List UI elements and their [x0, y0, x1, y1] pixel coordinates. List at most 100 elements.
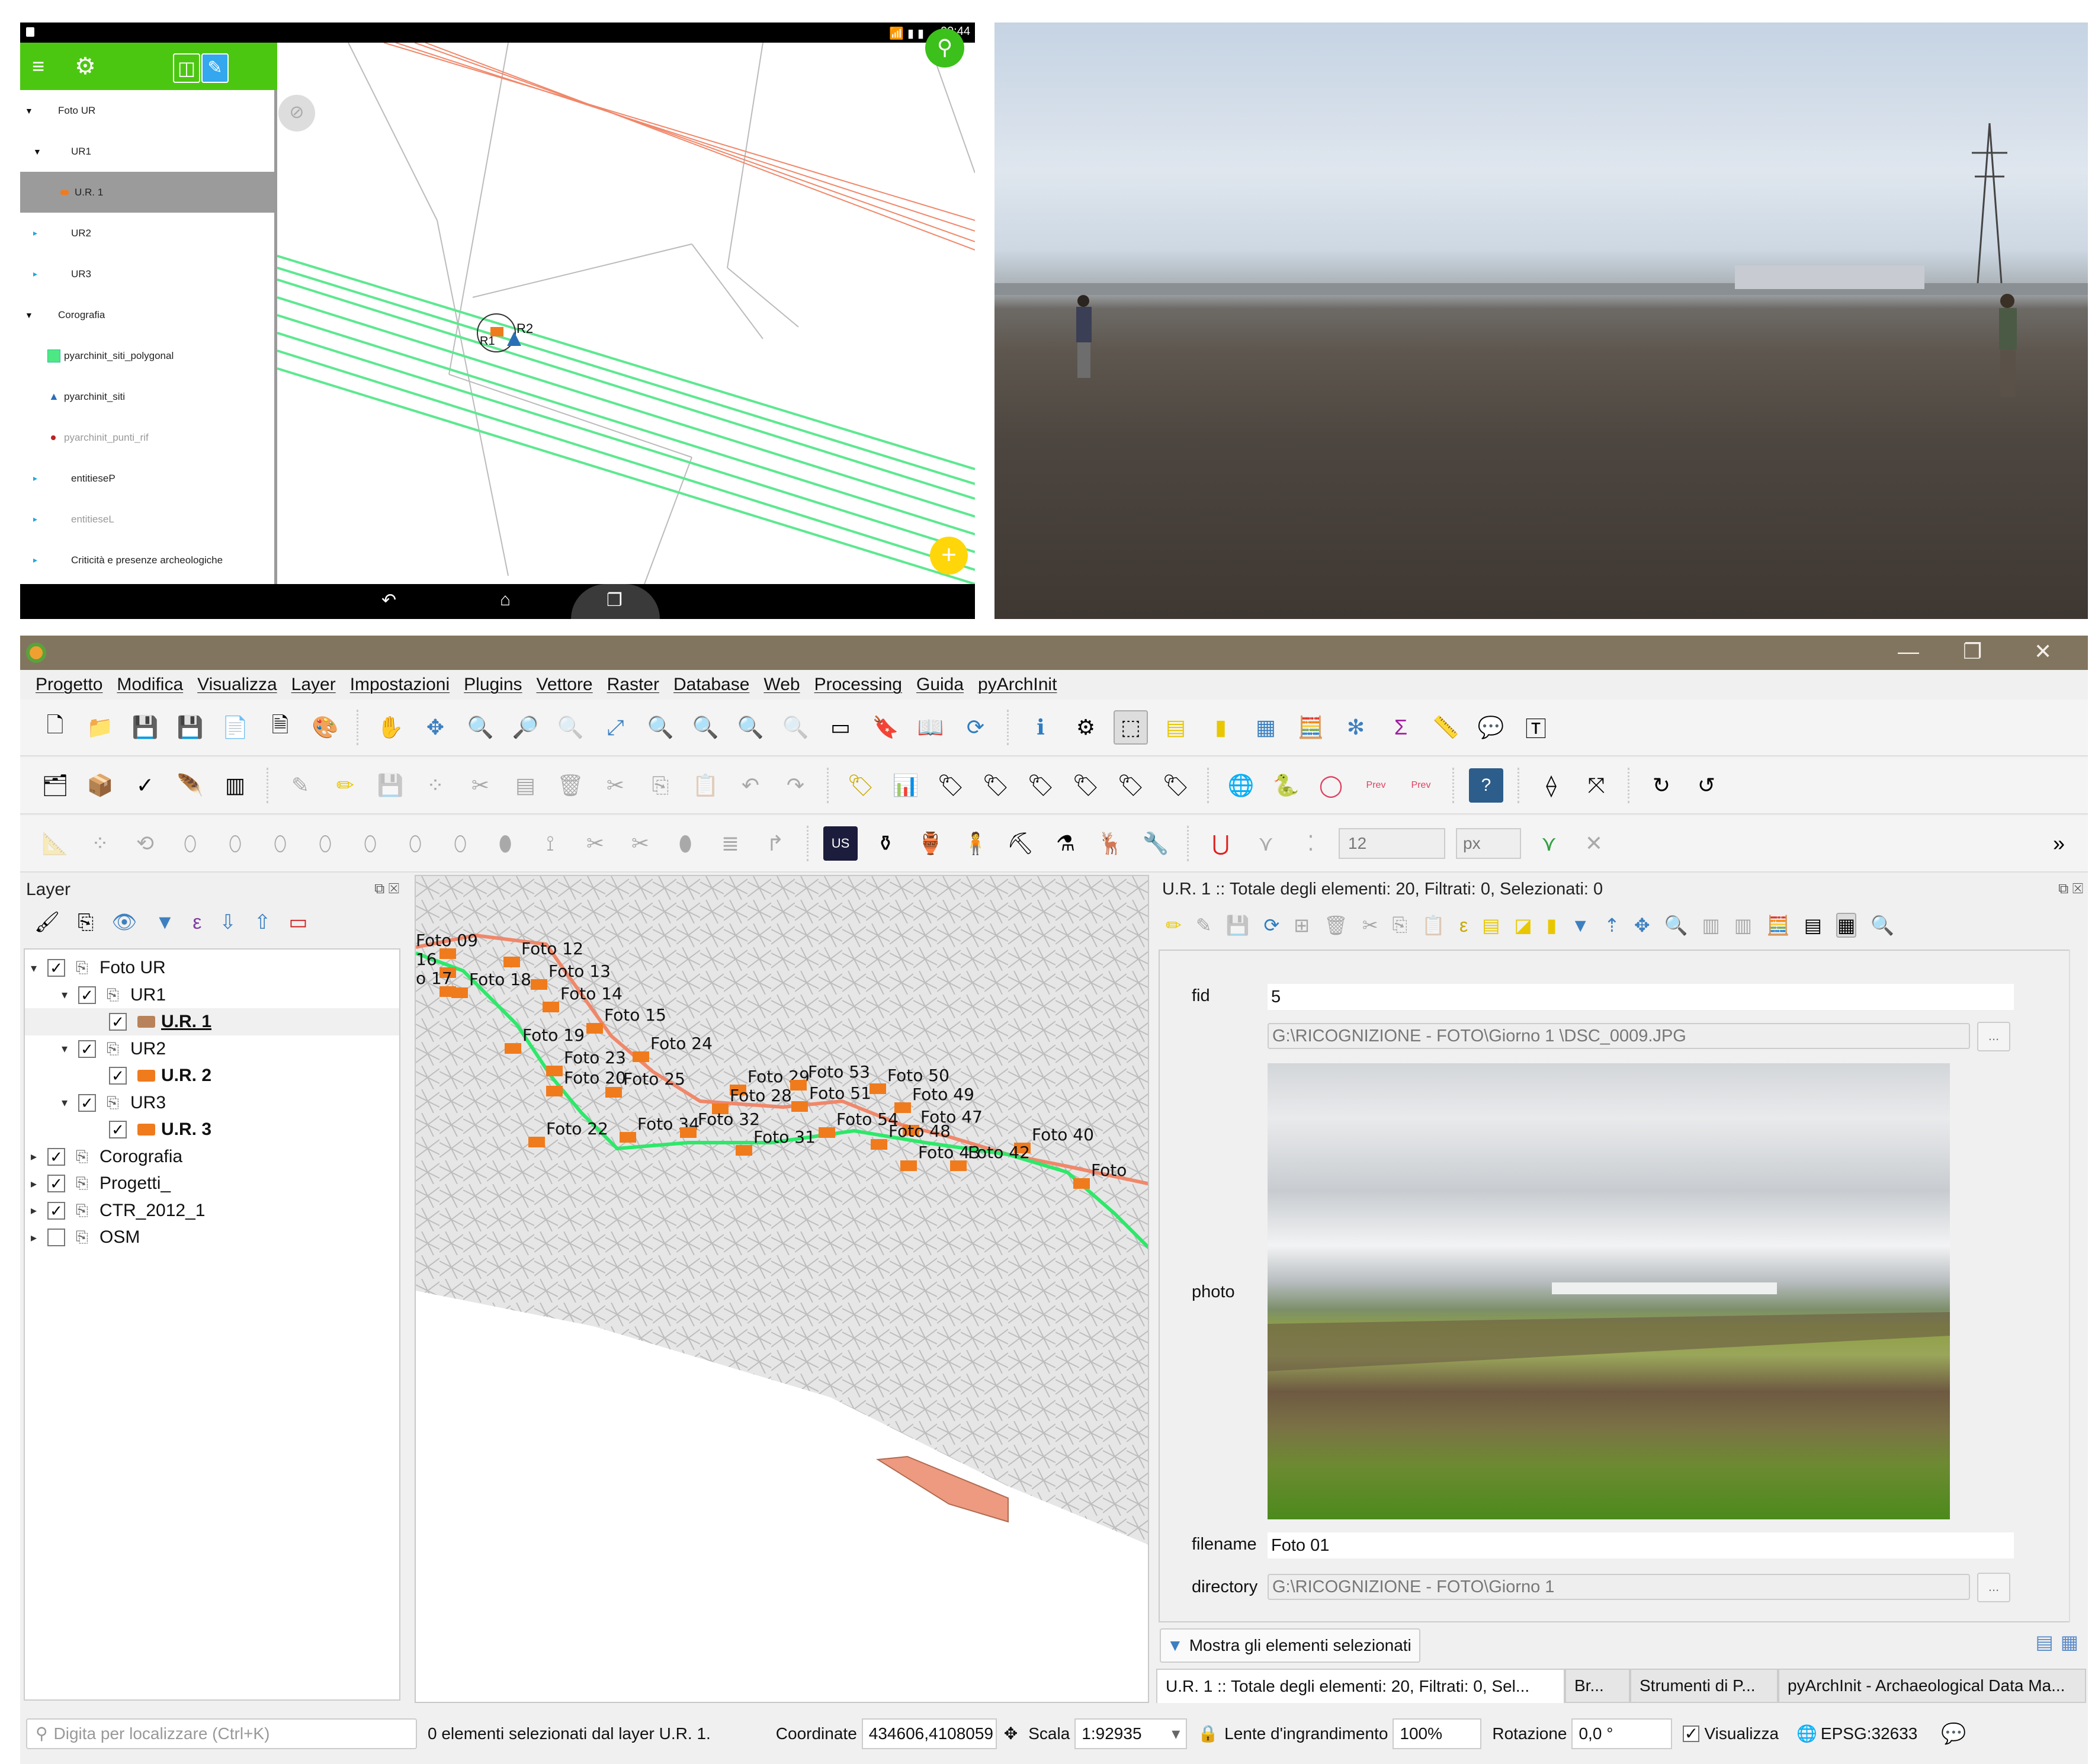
reverse-line-icon[interactable]: ⬮ — [488, 826, 522, 861]
new-project-icon[interactable]: 🗋 — [38, 710, 72, 745]
search-icon[interactable]: ⚲ — [925, 28, 964, 68]
rotate-point-icon[interactable]: ↱ — [758, 826, 793, 861]
toggle-extents-icon[interactable]: ✥ — [1004, 1724, 1018, 1743]
pyarchinit-tool-5-icon[interactable]: ⚗ — [1048, 826, 1083, 861]
layer-tree-item[interactable]: ▾ ✓ ⎘ UR3 — [25, 1089, 399, 1117]
save-edits-icon[interactable]: 💾 — [1226, 914, 1250, 936]
dock-tab[interactable]: U.R. 1 :: Totale degli elementi: 20, Fil… — [1156, 1669, 1565, 1703]
multi-edit-icon[interactable]: ✎ — [1196, 914, 1212, 936]
new-field-icon[interactable]: ▥ — [1702, 914, 1719, 936]
android-layer-item[interactable]: ▼ Foto UR — [20, 90, 274, 131]
layer-diagram-icon[interactable]: 📊 — [888, 768, 923, 803]
pan-icon[interactable]: ✋ — [373, 710, 408, 745]
collapsed-arrow-icon[interactable]: ▸ — [33, 269, 37, 279]
collapsed-arrow-icon[interactable]: ▸ — [31, 1203, 37, 1218]
statistics-icon[interactable]: Σ — [1384, 710, 1418, 745]
deselect-all-icon[interactable]: ▮ — [1204, 710, 1238, 745]
new-spatialite-icon[interactable]: 🪶 — [173, 768, 207, 803]
attribute-table-icon[interactable]: ▦ — [1249, 710, 1283, 745]
back-icon[interactable]: ↶ — [381, 590, 396, 611]
layer-tree-item[interactable]: ✓ U.R. 1 — [25, 1008, 399, 1035]
restore-icon[interactable]: ❐ — [1963, 639, 1982, 664]
pyarchinit-tool-7-icon[interactable]: 🔧 — [1138, 826, 1173, 861]
fid-field[interactable]: 5 — [1268, 984, 2014, 1010]
measure-icon[interactable]: 📏 — [1429, 710, 1463, 745]
photo-point-marker[interactable] — [736, 1145, 752, 1156]
layer-tree-item[interactable]: ✓ U.R. 3 — [25, 1116, 399, 1143]
map-tips-icon[interactable]: 💬 — [1474, 710, 1508, 745]
android-map-canvas[interactable]: R1 R2 — [277, 43, 975, 584]
directory-field[interactable]: G:\RICOGNIZIONE - FOTO\Giorno 1 — [1268, 1574, 1970, 1600]
expanded-arrow-icon[interactable]: ▼ — [25, 310, 33, 320]
android-layer-item[interactable]: ▼ UR1 — [20, 131, 274, 172]
photo-point-marker[interactable] — [900, 1160, 917, 1171]
expanded-arrow-icon[interactable]: ▼ — [33, 147, 41, 156]
zoom-native-icon[interactable]: 🔍 — [553, 710, 588, 745]
topology-icon[interactable]: ⟠ — [1534, 768, 1568, 803]
prev-inter-icon[interactable]: Prev — [1359, 768, 1393, 803]
table-view-icon[interactable]: ▦ — [2061, 1631, 2078, 1653]
pyarchinit-gis-icon[interactable]: ◯ — [1314, 768, 1348, 803]
magnifier-spinbox[interactable]: 100% — [1393, 1718, 1482, 1749]
filter-expression-icon[interactable]: ε — [193, 911, 201, 934]
rotate-counterclockwise-icon[interactable]: ↺ — [1689, 768, 1724, 803]
expand-all-icon[interactable]: ⇩ — [219, 910, 236, 934]
select-by-expression-icon[interactable]: ε — [1459, 915, 1468, 936]
delete-field-icon[interactable]: ▥ — [1734, 914, 1752, 936]
filter-icon[interactable]: ▼ — [155, 911, 175, 934]
rotation-spinbox[interactable]: 0,0 ° — [1571, 1718, 1673, 1749]
snapping-topology-icon[interactable]: ⋎ — [1249, 826, 1283, 861]
reshape-icon[interactable]: ⬯ — [398, 826, 432, 861]
new-print-layout-icon[interactable]: 📄 — [218, 710, 252, 745]
add-feature-button[interactable]: + — [930, 537, 968, 575]
photo-point-marker[interactable] — [505, 1043, 521, 1054]
metasearch-icon[interactable]: 🌐 — [1224, 768, 1258, 803]
expanded-arrow-icon[interactable]: ▾ — [62, 1095, 68, 1110]
android-layer-item[interactable]: U.R. 1 — [20, 172, 274, 213]
save-edits-icon[interactable]: 💾 — [373, 768, 408, 803]
home-icon[interactable]: ⌂ — [500, 590, 511, 610]
select-by-value-icon[interactable]: ▤ — [1159, 710, 1193, 745]
actions-icon[interactable]: 🔍 — [1871, 914, 1894, 936]
menu-web[interactable]: Web — [763, 675, 800, 695]
pyarchinit-tool-3-icon[interactable]: 🧍 — [958, 826, 993, 861]
android-layer-item[interactable]: ▸ UR2 — [20, 213, 274, 254]
menu-visualizza[interactable]: Visualizza — [197, 675, 277, 695]
browse-directory-button[interactable]: ... — [1977, 1573, 2010, 1602]
form-scrollbar[interactable] — [2069, 950, 2086, 1622]
tracing-icon[interactable]: ⋎ — [1532, 826, 1566, 861]
coordinate-input[interactable]: 434606,4108059 — [861, 1718, 997, 1749]
recents-icon[interactable]: ❐ — [607, 590, 623, 611]
us-plugin-icon[interactable]: US — [823, 826, 858, 861]
offset-curve-icon[interactable]: ⬯ — [443, 826, 477, 861]
save-project-icon[interactable]: 💾 — [128, 710, 162, 745]
pyarchinit-tool-1-icon[interactable]: ⚱ — [868, 826, 903, 861]
collapsed-arrow-icon[interactable]: ▸ — [33, 555, 37, 565]
toggle-editing-icon[interactable]: ✏ — [1166, 914, 1182, 936]
rotate-label-icon[interactable]: 🏷 — [1114, 768, 1148, 803]
graph-icon[interactable]: ⤧ — [1579, 768, 1613, 803]
move-label-icon[interactable]: 🏷 — [1069, 768, 1103, 803]
identify-icon[interactable]: ℹ — [1024, 710, 1058, 745]
photo-point-marker[interactable] — [819, 1127, 835, 1138]
paste-features-icon[interactable]: 📋 — [688, 768, 723, 803]
collapsed-arrow-icon[interactable]: ▸ — [31, 1149, 37, 1164]
field-calculator-icon[interactable]: 🧮 — [1294, 710, 1328, 745]
dock-tab[interactable]: Strumenti di P... — [1630, 1669, 1778, 1703]
dock-float-close-icons[interactable]: ⧉ ☒ — [374, 881, 399, 897]
photo-point-marker[interactable] — [543, 1002, 559, 1012]
collapsed-arrow-icon[interactable]: ▸ — [33, 514, 37, 524]
pan-to-selected-icon[interactable]: ✥ — [1634, 914, 1650, 936]
layer-visibility-checkbox[interactable]: ✓ — [109, 1121, 127, 1138]
photo-path-field[interactable]: G:\RICOGNIZIONE - FOTO\Giorno 1 \DSC_000… — [1268, 1023, 1970, 1049]
android-layer-item[interactable]: ▸ Criticità e presenze archeologiche — [20, 540, 274, 580]
menu-impostazioni[interactable]: Impostazioni — [350, 675, 450, 695]
remove-layer-icon[interactable]: ▭ — [288, 910, 307, 934]
layer-visibility-checkbox[interactable] — [47, 1229, 65, 1246]
photo-point-marker[interactable] — [680, 1127, 697, 1138]
collapsed-arrow-icon[interactable]: ▸ — [33, 473, 37, 483]
zoom-to-layer-icon[interactable]: 🔍 — [688, 710, 723, 745]
style-panel-icon[interactable]: 🖌 — [34, 910, 60, 934]
delete-feature-icon[interactable]: 🗑 — [1324, 914, 1348, 936]
photo-point-marker[interactable] — [1073, 1178, 1090, 1189]
